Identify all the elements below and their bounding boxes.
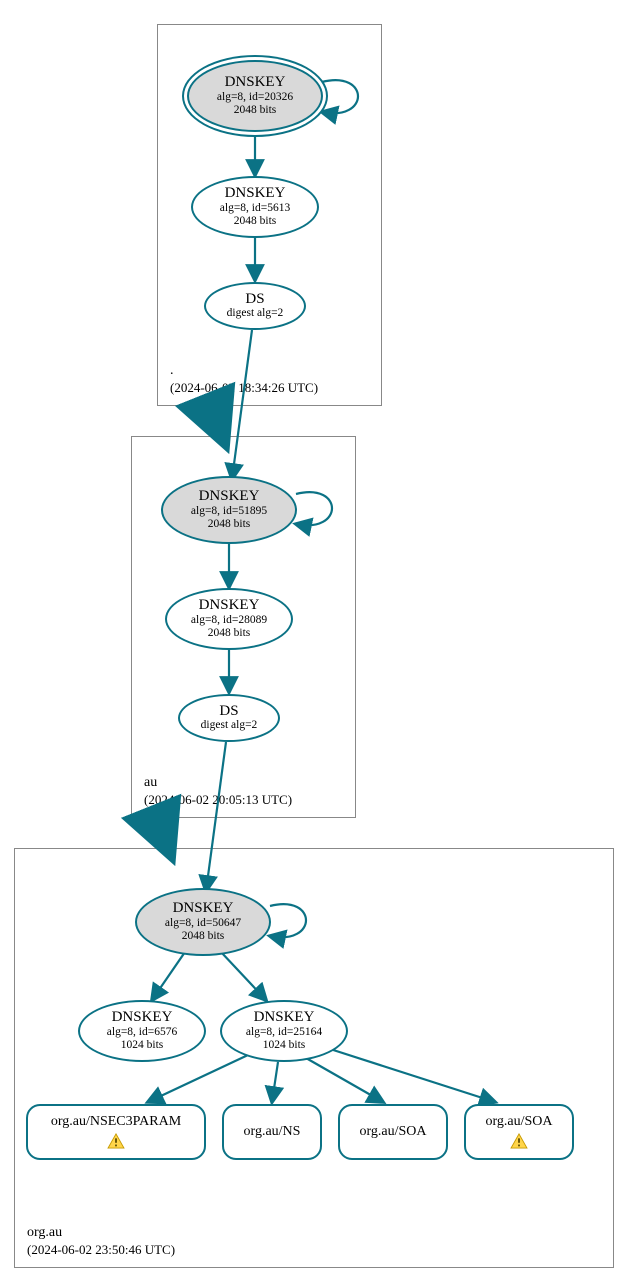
node-title: DNSKEY <box>112 1010 173 1026</box>
zone-au-label: au (2024-06-02 20:05:13 UTC) <box>144 774 292 809</box>
node-bits: 2048 bits <box>208 627 251 640</box>
node-bits: 2048 bits <box>234 215 277 228</box>
node-alg: alg=8, id=28089 <box>191 614 267 627</box>
zone-orgau-label: org.au (2024-06-02 23:50:46 UTC) <box>27 1224 175 1259</box>
node-title: DNSKEY <box>199 489 260 505</box>
rr-label: org.au/SOA <box>359 1125 426 1140</box>
zone-orgau-time: (2024-06-02 23:50:46 UTC) <box>27 1242 175 1259</box>
diagram-canvas: . (2024-06-02 18:34:26 UTC) au (2024-06-… <box>0 0 627 1288</box>
node-alg: alg=8, id=5613 <box>220 202 290 215</box>
node-bits: 2048 bits <box>208 518 251 531</box>
node-title: DNSKEY <box>173 901 234 917</box>
au-zsk-dnskey: DNSKEY alg=8, id=28089 2048 bits <box>165 588 293 650</box>
rr-nsec3param: org.au/NSEC3PARAM <box>26 1104 206 1160</box>
root-ksk-dnskey: DNSKEY alg=8, id=20326 2048 bits <box>187 60 323 132</box>
au-ksk-dnskey: DNSKEY alg=8, id=51895 2048 bits <box>161 476 297 544</box>
zone-root-label: . (2024-06-02 18:34:26 UTC) <box>170 362 318 397</box>
rr-label: org.au/SOA <box>485 1115 552 1130</box>
zone-root-time: (2024-06-02 18:34:26 UTC) <box>170 380 318 397</box>
node-bits: 1024 bits <box>263 1039 306 1052</box>
au-ds: DS digest alg=2 <box>178 694 280 742</box>
node-title: DNSKEY <box>199 598 260 614</box>
rr-label: org.au/NSEC3PARAM <box>51 1115 181 1130</box>
node-title: DS <box>219 704 238 720</box>
zone-au-name: au <box>144 774 292 792</box>
orgau-zsk1-dnskey: DNSKEY alg=8, id=6576 1024 bits <box>78 1000 206 1062</box>
node-alg: digest alg=2 <box>227 307 284 320</box>
warning-icon <box>107 1133 125 1149</box>
node-alg: alg=8, id=25164 <box>246 1026 322 1039</box>
root-zsk-dnskey: DNSKEY alg=8, id=5613 2048 bits <box>191 176 319 238</box>
node-title: DNSKEY <box>254 1010 315 1026</box>
node-alg: alg=8, id=6576 <box>107 1026 177 1039</box>
node-bits: 1024 bits <box>121 1039 164 1052</box>
node-alg: alg=8, id=50647 <box>165 917 241 930</box>
orgau-zsk2-dnskey: DNSKEY alg=8, id=25164 1024 bits <box>220 1000 348 1062</box>
node-bits: 2048 bits <box>182 930 225 943</box>
orgau-ksk-dnskey: DNSKEY alg=8, id=50647 2048 bits <box>135 888 271 956</box>
root-ds: DS digest alg=2 <box>204 282 306 330</box>
node-title: DS <box>245 292 264 308</box>
node-bits: 2048 bits <box>234 104 277 117</box>
zone-orgau-name: org.au <box>27 1224 175 1242</box>
node-alg: alg=8, id=20326 <box>217 91 293 104</box>
rr-soa-1: org.au/SOA <box>338 1104 448 1160</box>
rr-soa-2: org.au/SOA <box>464 1104 574 1160</box>
zone-au-time: (2024-06-02 20:05:13 UTC) <box>144 792 292 809</box>
rr-label: org.au/NS <box>244 1125 301 1140</box>
rr-ns: org.au/NS <box>222 1104 322 1160</box>
node-alg: digest alg=2 <box>201 719 258 732</box>
zone-root-name: . <box>170 362 318 380</box>
node-title: DNSKEY <box>225 186 286 202</box>
warning-icon <box>510 1133 528 1149</box>
node-title: DNSKEY <box>225 75 286 91</box>
node-alg: alg=8, id=51895 <box>191 505 267 518</box>
